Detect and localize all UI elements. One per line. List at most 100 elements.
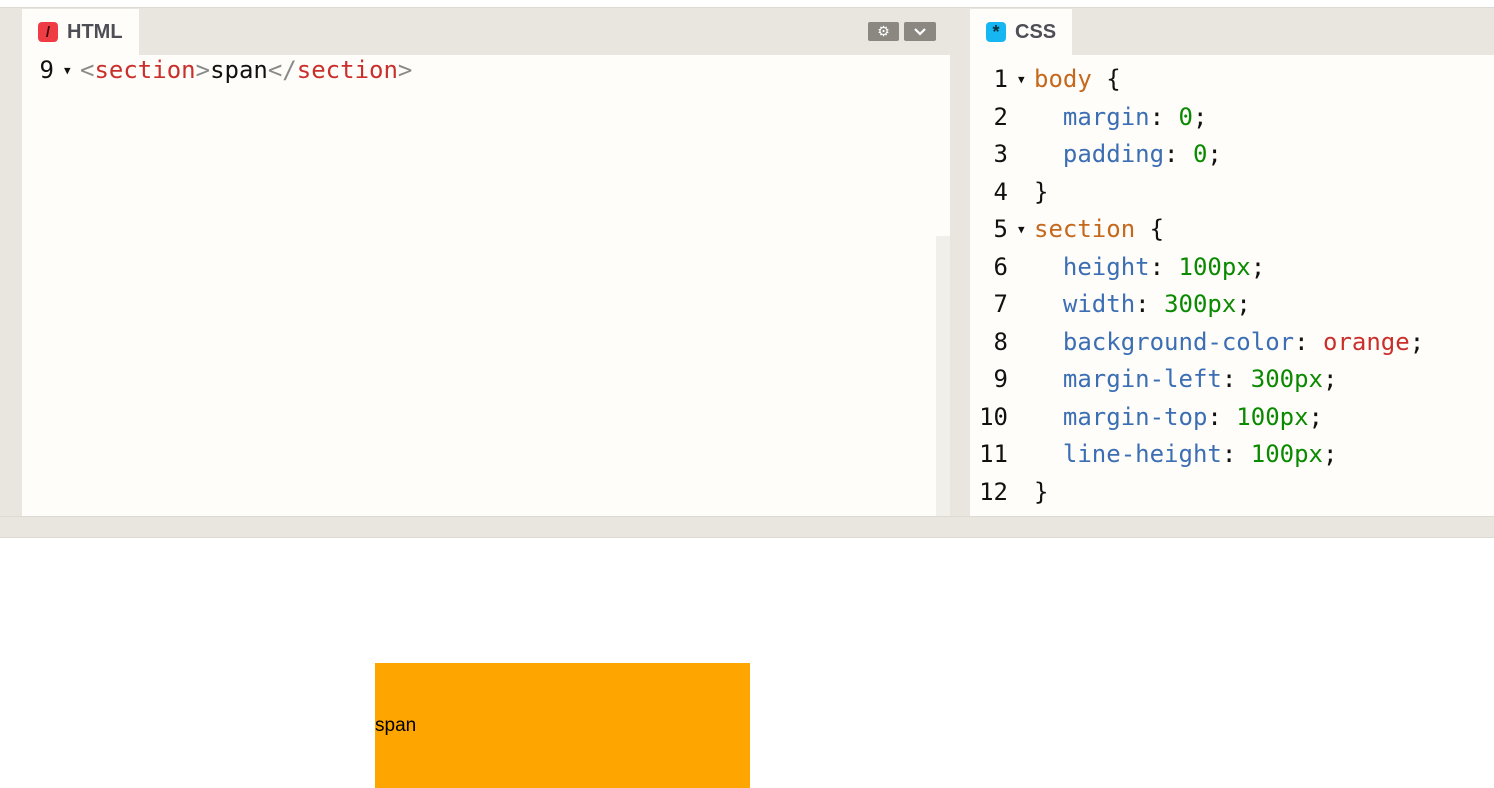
tab-css-label: CSS xyxy=(1015,20,1057,43)
code-token: ; xyxy=(1308,402,1323,431)
code-token: ; xyxy=(1323,440,1338,468)
code-token: > xyxy=(195,56,211,84)
code-text: section { xyxy=(1034,211,1164,248)
code-token: ; xyxy=(1323,365,1338,393)
code-token: section xyxy=(1034,215,1136,243)
code-token: : xyxy=(1135,290,1165,318)
result-preview: span xyxy=(0,538,1494,788)
line-number: 9 xyxy=(993,365,1008,393)
code-line[interactable]: 11 line-height: 100px; xyxy=(970,436,1494,473)
code-token: > xyxy=(397,56,413,84)
css-tab-strip: * CSS xyxy=(970,8,1494,55)
collapse-button[interactable] xyxy=(904,22,936,41)
code-token: ; xyxy=(1192,102,1208,131)
code-token: span xyxy=(210,56,268,84)
code-token: : xyxy=(1149,102,1179,131)
code-token: : xyxy=(1207,402,1237,431)
code-token: < xyxy=(80,56,95,84)
code-text: <section>span</section> xyxy=(80,52,412,89)
top-border xyxy=(0,0,1494,8)
code-token: body xyxy=(1034,65,1092,93)
tab-css[interactable]: * CSS xyxy=(970,9,1073,55)
code-token: 100px xyxy=(1250,440,1323,468)
line-number: 11 xyxy=(979,440,1008,468)
code-token: section xyxy=(296,56,398,84)
css-asterisk-icon: * xyxy=(986,22,1006,42)
line-number: 8 xyxy=(993,327,1008,356)
code-token: { xyxy=(1135,215,1165,243)
code-line[interactable]: 8 background-color: orange; xyxy=(970,324,1494,361)
code-token: 300px xyxy=(1250,365,1323,393)
code-line[interactable]: 5 ▼ section { xyxy=(970,211,1494,248)
code-token: : xyxy=(1221,365,1251,393)
code-line[interactable]: 7 width: 300px; xyxy=(970,286,1494,323)
pane-resize-splitter[interactable] xyxy=(0,516,1494,538)
code-text: margin-top: 100px; xyxy=(1034,399,1323,436)
html-editor-pane: / HTML ⚙ 9 ▼ <section>span</section> xyxy=(22,8,950,516)
line-number: 5 xyxy=(993,215,1008,243)
line-number: 7 xyxy=(993,290,1008,318)
line-number: 4 xyxy=(993,177,1008,206)
chevron-down-icon xyxy=(914,27,926,36)
fold-arrow-icon[interactable]: ▼ xyxy=(64,52,71,89)
code-token: { xyxy=(1091,65,1121,93)
code-token: } xyxy=(1034,477,1049,506)
code-token: 0 xyxy=(1192,140,1208,168)
code-token: : xyxy=(1294,327,1323,356)
code-token: orange xyxy=(1323,327,1410,356)
preview-section-box: span xyxy=(375,663,750,788)
code-token: background-color xyxy=(1034,327,1295,356)
code-text: width: 300px; xyxy=(1034,286,1251,323)
code-line[interactable]: 12} xyxy=(970,474,1494,511)
html-scrollbar[interactable] xyxy=(936,236,950,516)
line-number: 9 xyxy=(39,56,54,84)
code-token: } xyxy=(1034,177,1049,206)
line-number: 12 xyxy=(979,477,1008,506)
code-token: 100px xyxy=(1178,252,1251,281)
fold-arrow-icon[interactable]: ▼ xyxy=(1018,211,1025,248)
code-token: margin xyxy=(1034,102,1150,131)
code-line[interactable]: 9 ▼ <section>span</section> xyxy=(22,52,950,89)
code-line[interactable]: 4} xyxy=(970,174,1494,211)
code-line[interactable]: 1 ▼ body { xyxy=(970,61,1494,98)
code-line[interactable]: 3 padding: 0; xyxy=(970,136,1494,173)
code-token: ; xyxy=(1250,252,1266,281)
preview-section-text: span xyxy=(375,715,417,736)
tab-html[interactable]: / HTML xyxy=(22,9,139,55)
code-token: ; xyxy=(1236,290,1251,318)
code-text: padding: 0; xyxy=(1034,136,1222,173)
code-text: line-height: 100px; xyxy=(1034,436,1338,473)
code-token: section xyxy=(94,56,196,84)
code-token: : xyxy=(1221,440,1251,468)
code-text: background-color: orange; xyxy=(1034,324,1424,361)
line-number: 3 xyxy=(993,140,1008,168)
gear-icon: ⚙ xyxy=(877,23,890,39)
code-line[interactable]: 6 height: 100px; xyxy=(970,249,1494,286)
fold-arrow-icon[interactable]: ▼ xyxy=(1018,61,1025,98)
code-text: } xyxy=(1034,174,1048,211)
line-number: 10 xyxy=(979,402,1008,431)
code-token: line-height xyxy=(1034,440,1222,468)
code-line[interactable]: 9 margin-left: 300px; xyxy=(970,361,1494,398)
code-line[interactable]: 2 margin: 0; xyxy=(970,99,1494,136)
settings-button[interactable]: ⚙ xyxy=(868,22,899,41)
html-slash-icon: / xyxy=(38,22,58,42)
html-pane-tools: ⚙ xyxy=(868,22,936,41)
code-line[interactable]: 10 margin-top: 100px; xyxy=(970,399,1494,436)
code-token: ; xyxy=(1207,140,1222,168)
code-token: : xyxy=(1149,252,1179,281)
code-token: 0 xyxy=(1178,102,1193,131)
html-code-editor[interactable]: 9 ▼ <section>span</section> xyxy=(22,55,950,516)
code-token: height xyxy=(1034,252,1150,281)
code-token: 300px xyxy=(1164,290,1237,318)
css-code-editor[interactable]: 1 ▼ body {2 margin: 0; 3 padding: 0; 4} 5 ▼ sec… xyxy=(970,55,1494,516)
line-number: 1 xyxy=(993,65,1008,93)
css-editor-pane: * CSS 1 ▼ body {2 margin: 0; 3 padding: 0; 4… xyxy=(970,8,1494,516)
code-text: margin: 0; xyxy=(1034,99,1208,136)
code-text: } xyxy=(1034,474,1048,511)
code-token: width xyxy=(1034,290,1136,318)
code-text: margin-left: 300px; xyxy=(1034,361,1338,398)
code-text: height: 100px; xyxy=(1034,249,1265,286)
line-number: 2 xyxy=(993,102,1008,131)
tab-html-label: HTML xyxy=(67,20,123,43)
